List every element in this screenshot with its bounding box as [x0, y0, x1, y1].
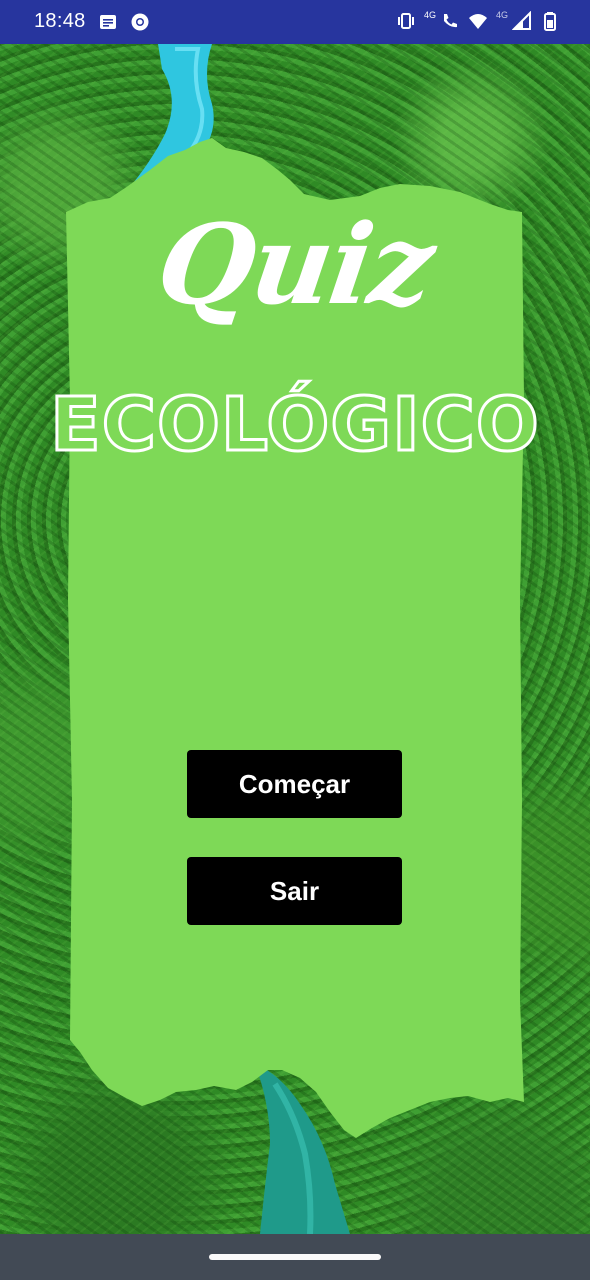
- eco-title: ECOLÓGICO: [49, 382, 541, 468]
- signal-icon: [512, 11, 531, 30]
- message-icon: [100, 15, 116, 29]
- navigation-bar: [0, 1234, 590, 1280]
- status-bar: 18:48 4G 4G: [0, 0, 590, 44]
- exit-button[interactable]: Sair: [187, 857, 402, 925]
- network-label: 4G: [423, 10, 436, 20]
- status-right-icons: 4G 4G: [396, 10, 560, 31]
- river-bottom: [255, 1064, 350, 1234]
- home-gesture-pill[interactable]: [209, 1254, 381, 1260]
- vibrate-icon: [397, 13, 414, 29]
- network-label-secondary: 4G: [495, 10, 508, 20]
- start-button[interactable]: Começar: [187, 750, 402, 818]
- wifi-icon: [468, 14, 487, 29]
- volte-call-icon: [443, 14, 457, 28]
- battery-icon: [544, 12, 556, 31]
- status-time: 18:48: [34, 10, 86, 32]
- river-top: [124, 44, 214, 194]
- quiz-title: Quiz: [149, 200, 441, 329]
- chrome-icon: [131, 13, 149, 31]
- status-left-icons: [98, 12, 150, 32]
